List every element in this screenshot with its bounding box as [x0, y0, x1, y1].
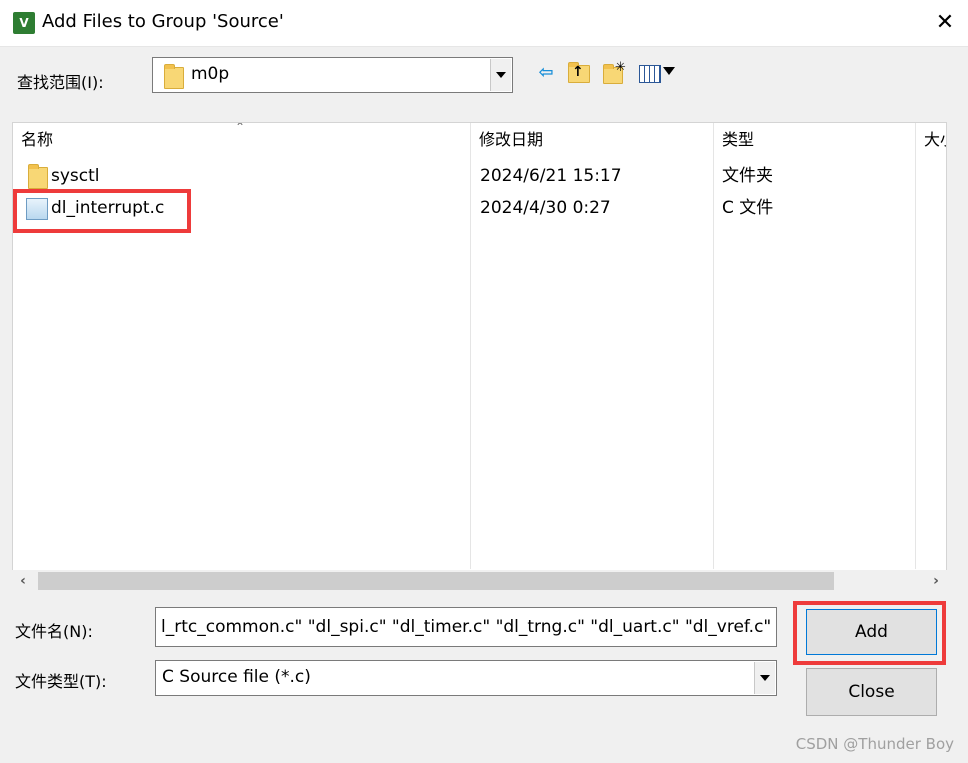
item-date: 2024/6/21 15:17: [480, 166, 622, 186]
watermark: CSDN @Thunder Boy: [795, 735, 954, 753]
horizontal-scrollbar[interactable]: ‹ ›: [12, 570, 947, 592]
item-type: 文件夹: [722, 166, 773, 186]
folder-icon: [164, 64, 184, 89]
new-folder-icon[interactable]: ✳: [601, 60, 627, 86]
item-date: 2024/4/30 0:27: [480, 198, 611, 218]
item-name: sysctl: [51, 166, 100, 186]
title-bar: V Add Files to Group 'Source' ✕: [0, 0, 968, 47]
close-button[interactable]: Close: [806, 668, 937, 716]
filetype-label: 文件类型(T):: [15, 672, 107, 691]
chevron-down-icon[interactable]: [754, 662, 775, 694]
back-arrow-icon[interactable]: ⇦: [533, 60, 559, 86]
sort-up-icon: ⌃: [235, 122, 246, 134]
close-window-button[interactable]: ✕: [922, 0, 968, 46]
list-item[interactable]: sysctl 2024/6/21 15:17 文件夹: [13, 160, 946, 192]
look-in-combo[interactable]: m0p: [152, 57, 513, 93]
filetype-value: C Source file (*.c): [162, 667, 311, 687]
scroll-right-icon[interactable]: ›: [925, 570, 947, 592]
column-header-size[interactable]: 大小: [916, 123, 946, 157]
highlight-box-file: [13, 189, 191, 233]
look-in-value: m0p: [191, 64, 230, 84]
up-folder-icon[interactable]: ↑: [565, 60, 591, 86]
column-header-date[interactable]: 修改日期: [471, 123, 714, 157]
column-header-type[interactable]: 类型: [714, 123, 916, 157]
app-icon: V: [13, 12, 35, 34]
filename-input[interactable]: l_rtc_common.c" "dl_spi.c" "dl_timer.c" …: [155, 607, 777, 647]
filename-label: 文件名(N):: [15, 622, 93, 641]
scroll-left-icon[interactable]: ‹: [12, 570, 34, 592]
folder-icon: [28, 164, 48, 189]
view-menu-icon[interactable]: [637, 60, 679, 86]
item-type: C 文件: [722, 198, 774, 218]
filetype-select[interactable]: C Source file (*.c): [155, 660, 777, 696]
window-title: Add Files to Group 'Source': [42, 11, 284, 32]
look-in-label: 查找范围(I):: [17, 73, 104, 92]
chevron-down-icon[interactable]: [490, 59, 511, 91]
scroll-thumb[interactable]: [38, 572, 834, 590]
highlight-box-add: [793, 601, 946, 665]
